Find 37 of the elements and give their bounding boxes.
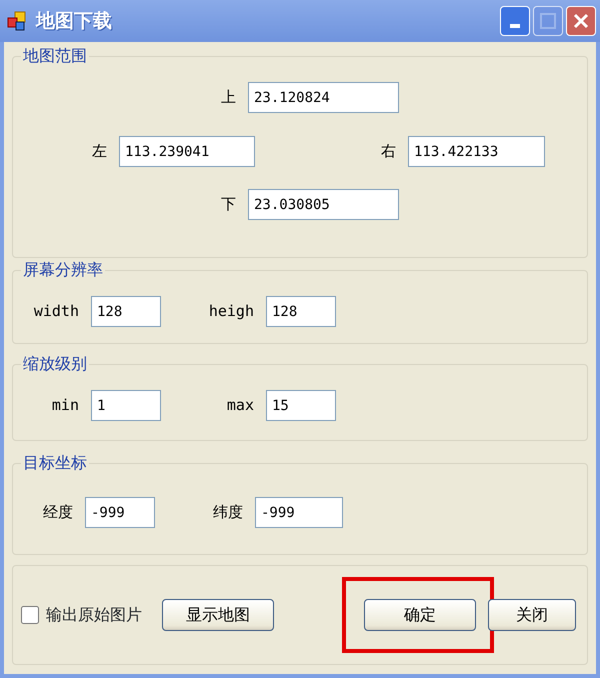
app-icon — [6, 10, 28, 32]
dialog-button[interactable]: 确定 — [364, 599, 476, 631]
text-field[interactable]: 15 — [266, 390, 336, 421]
text-field[interactable]: 23.030805 — [248, 189, 399, 220]
text-field[interactable]: 128 — [266, 296, 336, 327]
text-field[interactable]: 113.422133 — [408, 136, 545, 167]
field-label: 纬度 — [213, 502, 243, 524]
close-icon — [573, 13, 589, 29]
text-field[interactable]: 113.239041 — [119, 136, 255, 167]
field-label: 左 — [92, 141, 107, 162]
minimize-icon — [510, 24, 520, 28]
group-title: 地图范围 — [22, 48, 88, 64]
field-label: max — [226, 395, 254, 416]
checkbox[interactable] — [21, 606, 39, 624]
window-title: 地图下载 — [36, 8, 112, 34]
text-field[interactable]: -999 — [255, 497, 343, 528]
group-title: 目标坐标 — [22, 455, 88, 471]
field-label: min — [52, 395, 79, 416]
dialog-button[interactable]: 关闭 — [488, 599, 576, 631]
text-field[interactable]: -999 — [85, 497, 155, 528]
minimize-button[interactable] — [500, 6, 530, 36]
text-field[interactable]: 23.120824 — [248, 82, 399, 113]
text-field[interactable]: 1 — [91, 390, 161, 421]
field-label: heigh — [208, 301, 254, 322]
field-label: 上 — [221, 87, 236, 108]
field-label: 下 — [221, 194, 236, 216]
field-label: width — [34, 301, 79, 322]
group-title: 屏幕分辨率 — [22, 262, 104, 278]
group-title: 缩放级别 — [22, 356, 88, 372]
field-label: 经度 — [43, 502, 73, 524]
maximize-icon — [540, 13, 556, 29]
checkbox-label: 输出原始图片 — [46, 604, 142, 626]
maximize-button[interactable] — [533, 6, 563, 36]
text-field[interactable]: 128 — [91, 296, 161, 327]
dialog-button[interactable]: 显示地图 — [162, 599, 274, 631]
close-button[interactable] — [566, 6, 596, 36]
field-label: 右 — [381, 141, 396, 162]
